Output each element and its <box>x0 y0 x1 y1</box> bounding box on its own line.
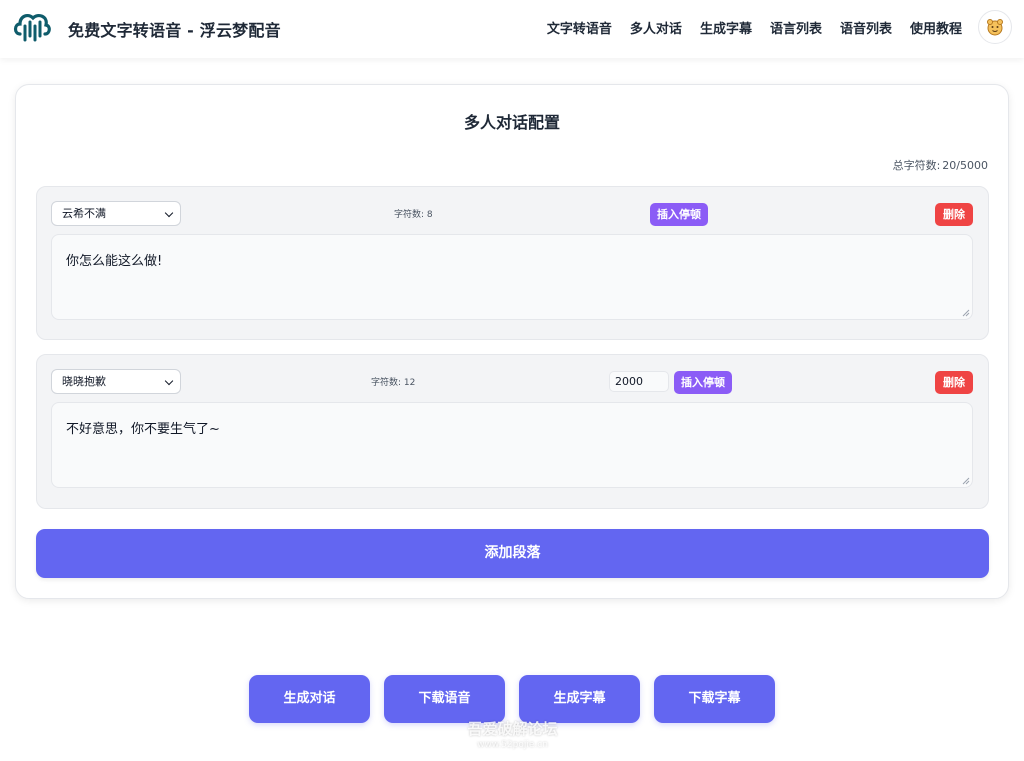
card-title: 多人对话配置 <box>463 113 560 132</box>
brand-title[interactable]: 免费文字转语音 - 浮云梦配音 <box>68 17 281 41</box>
dialogue-config-card: 多人对话配置 总字符数: 20/5000 云希不满 字符数: 8 插入停顿 删除 … <box>15 84 1009 599</box>
dialogue-segment: 晓晓抱歉 字符数: 12 2000 插入停顿 删除 不好意思，你不要生气了~ <box>36 354 989 509</box>
segment-text: 你怎么能这么做! <box>66 254 163 269</box>
nav-language-list[interactable]: 语言列表 <box>770 18 822 37</box>
pause-duration-input[interactable]: 2000 <box>609 371 669 392</box>
nav-generate-subtitles[interactable]: 生成字幕 <box>700 18 752 37</box>
nav-voice-list[interactable]: 语音列表 <box>840 18 892 37</box>
resize-handle-icon[interactable] <box>962 477 970 485</box>
insert-pause-button[interactable]: 插入停顿 <box>650 203 708 226</box>
download-audio-button[interactable]: 下载语音 <box>384 675 505 723</box>
generate-dialogue-button[interactable]: 生成对话 <box>249 675 370 723</box>
watermark-url: www.52pojie.cn <box>477 740 548 750</box>
dialogue-segment: 云希不满 字符数: 8 插入停顿 删除 你怎么能这么做! <box>36 186 989 340</box>
top-header: 免费文字转语音 - 浮云梦配音 文字转语音 多人对话 生成字幕 语言列表 语音列… <box>0 0 1024 58</box>
insert-pause-button[interactable]: 插入停顿 <box>674 371 732 394</box>
chevron-down-icon <box>164 376 174 386</box>
nav-multi-dialogue[interactable]: 多人对话 <box>630 18 682 37</box>
voice-select-value: 云希不满 <box>62 207 106 220</box>
resize-handle-icon[interactable] <box>962 309 970 317</box>
total-char-value: 20/5000 <box>942 159 988 172</box>
chevron-down-icon <box>164 208 174 218</box>
add-segment-button[interactable]: 添加段落 <box>36 529 989 578</box>
segment-char-count: 字符数: 12 <box>371 378 416 388</box>
nav-tutorial[interactable]: 使用教程 <box>910 18 962 37</box>
total-char-count: 总字符数: 20/5000 <box>893 157 988 173</box>
main-nav: 文字转语音 多人对话 生成字幕 语言列表 语音列表 使用教程 <box>547 18 962 37</box>
voice-select[interactable]: 晓晓抱歉 <box>51 369 181 394</box>
segment-text-area[interactable]: 不好意思，你不要生气了~ <box>51 402 973 488</box>
delete-segment-button[interactable]: 删除 <box>935 203 973 226</box>
total-char-label: 总字符数: <box>892 159 941 172</box>
voice-select-value: 晓晓抱歉 <box>62 375 106 388</box>
nav-text-to-speech[interactable]: 文字转语音 <box>547 18 612 37</box>
voice-select[interactable]: 云希不满 <box>51 201 181 226</box>
segment-char-count: 字符数: 8 <box>394 210 433 220</box>
sound-wave-logo-icon[interactable] <box>12 10 52 44</box>
segment-text: 不好意思，你不要生气了~ <box>66 422 220 437</box>
generate-subtitles-button[interactable]: 生成字幕 <box>519 675 640 723</box>
segment-text-area[interactable]: 你怎么能这么做! <box>51 234 973 320</box>
cartoon-avatar-icon <box>987 19 1003 36</box>
download-subtitles-button[interactable]: 下载字幕 <box>654 675 775 723</box>
delete-segment-button[interactable]: 删除 <box>935 371 973 394</box>
user-avatar[interactable] <box>978 10 1012 44</box>
